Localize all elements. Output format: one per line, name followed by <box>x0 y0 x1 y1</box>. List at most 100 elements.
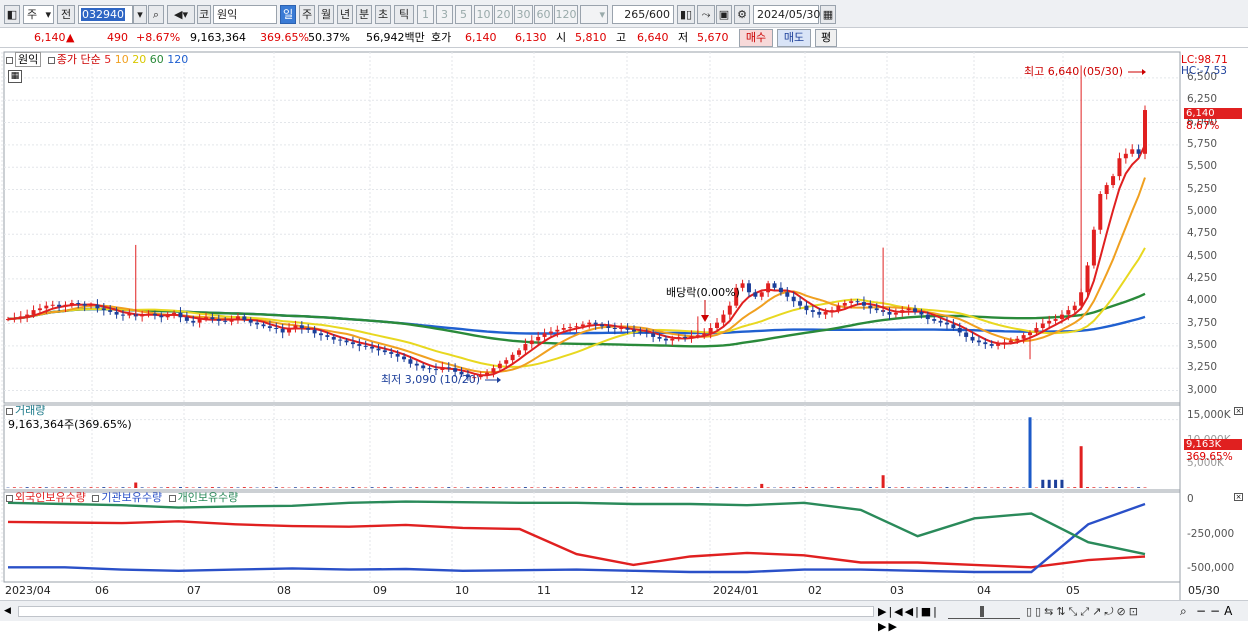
candle-body <box>632 330 636 332</box>
search-icon[interactable]: ⌕ <box>1180 604 1194 619</box>
candle-body <box>824 312 828 315</box>
candle-body <box>421 366 425 369</box>
volume-bar <box>1124 487 1127 488</box>
legend-institution[interactable]: 기관보유수량 <box>101 491 162 504</box>
candle-body <box>357 344 361 346</box>
candle-body <box>1130 149 1134 153</box>
volume-bar <box>856 487 859 488</box>
x-tick-label: 08 <box>277 585 291 597</box>
candle-body <box>172 313 176 315</box>
candle-body <box>856 301 860 302</box>
candle-body <box>843 303 847 306</box>
candle-body <box>792 297 796 301</box>
zoom-buttons[interactable]: −−A <box>1196 604 1246 619</box>
candle-body <box>396 354 400 357</box>
candle-body <box>1098 194 1102 230</box>
drawing-tools[interactable]: ▯▯⇆⇅⤡⤢↗⤾⊘⊡ <box>1026 604 1176 619</box>
candle-body <box>127 314 131 316</box>
candle-body <box>274 328 278 329</box>
table-toggle-icon[interactable]: ▦ <box>8 70 22 83</box>
volume-bar <box>518 487 521 488</box>
candle-body <box>696 335 700 336</box>
volume-bar-peak <box>1029 417 1032 488</box>
candle-body <box>249 320 253 323</box>
candle-body <box>332 337 336 340</box>
x-tick-label: 05/30 <box>1188 585 1220 597</box>
volume-bar <box>1092 487 1095 488</box>
volume-bar <box>1086 487 1089 488</box>
candle-body <box>900 310 904 313</box>
panel-close-icon[interactable]: × <box>1234 407 1243 415</box>
price-tick: 6,250 <box>1187 94 1217 105</box>
volume-title[interactable]: 거래량 <box>15 404 45 417</box>
candle-body <box>140 315 144 317</box>
legend-individual[interactable]: 개인보유수량 <box>178 491 239 504</box>
legend-box-icon <box>6 495 13 502</box>
volume-bar <box>1041 480 1044 488</box>
legend-foreign[interactable]: 외국인보유수량 <box>15 491 86 504</box>
panel-close-icon[interactable]: × <box>1234 493 1243 501</box>
candle-body <box>63 305 67 307</box>
volume-bar <box>939 487 942 488</box>
volume-bar <box>447 487 450 488</box>
candle-body <box>664 339 668 341</box>
volume-bar <box>779 487 782 488</box>
volume-bar <box>888 487 891 488</box>
volume-bar <box>971 487 974 488</box>
volume-bar <box>945 487 948 488</box>
panel-frame <box>4 492 1180 582</box>
candle-body <box>1124 154 1128 158</box>
playback-controls[interactable]: ▶|◀◀|■|▶▶ <box>878 604 942 619</box>
candle-body <box>147 314 151 315</box>
candle-body <box>32 310 36 314</box>
volume-bar <box>556 487 559 488</box>
candle-body <box>689 336 693 338</box>
volume-bar <box>620 487 623 488</box>
candle-body <box>587 323 591 325</box>
candle-body <box>919 312 923 315</box>
candle-body <box>977 341 981 343</box>
candle-body <box>1137 149 1141 153</box>
volume-bar <box>1105 487 1108 488</box>
zoom-slider[interactable] <box>948 604 1020 619</box>
candle-body <box>651 333 655 337</box>
candle-body <box>198 319 202 323</box>
x-tick-label: 2024/01 <box>713 585 759 597</box>
x-tick-label: 11 <box>537 585 551 597</box>
candle-body <box>1041 324 1045 328</box>
candle-body <box>594 323 598 325</box>
scroll-left-icon[interactable]: ◀ <box>4 605 16 618</box>
price-tick: 3,250 <box>1187 362 1217 373</box>
legend-ma-label[interactable]: 종가 단순 <box>57 53 101 66</box>
candle-body <box>242 316 246 320</box>
legend-stock-name[interactable]: 원익 <box>15 52 41 67</box>
volume-bar <box>632 487 635 488</box>
volume-bar <box>1060 480 1063 488</box>
volume-bar <box>843 487 846 488</box>
price-tick: 4,500 <box>1187 251 1217 262</box>
candle-body <box>562 328 566 330</box>
candle-body <box>575 326 579 327</box>
candle-body <box>389 352 393 354</box>
volume-bar <box>703 487 706 488</box>
scroll-track[interactable] <box>18 606 874 617</box>
x-tick-label: 02 <box>808 585 822 597</box>
min-annotation: 최저 3,090 (10/20) <box>381 374 480 386</box>
candle-body <box>447 367 451 368</box>
candle-body <box>543 333 547 337</box>
volume-legend: 거래량 <box>6 405 45 417</box>
candle-body <box>121 315 125 316</box>
volume-bar <box>102 487 105 488</box>
volume-bar <box>179 487 182 488</box>
candle-body <box>255 323 259 325</box>
candle-body <box>638 332 642 333</box>
dividend-annotation: 배당락(0.00%) <box>666 287 740 299</box>
candle-body <box>1143 110 1147 154</box>
candle-body <box>76 303 80 304</box>
candle-body <box>645 332 649 333</box>
volume-bar <box>294 487 297 488</box>
volume-bar-peak <box>1080 446 1083 488</box>
max-annotation: 최고 6,640 (05/30) <box>1024 66 1123 78</box>
candle-body <box>613 328 617 329</box>
x-tick-label: 03 <box>890 585 904 597</box>
